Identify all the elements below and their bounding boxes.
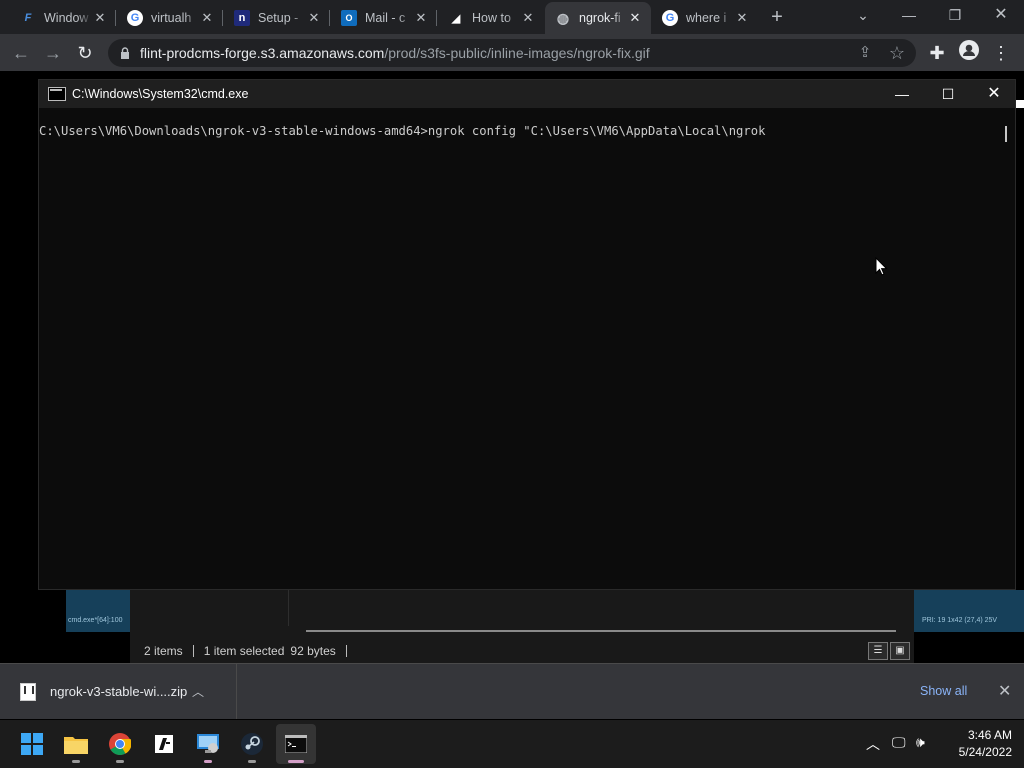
horizontal-scrollbar[interactable]: [306, 630, 896, 632]
cmd-close-icon[interactable]: ✕: [971, 80, 1017, 108]
extensions-puzzle-icon[interactable]: ✚: [924, 40, 950, 66]
tab-windows[interactable]: F Window ✕: [10, 4, 116, 32]
details-view-icon[interactable]: ☰: [868, 642, 888, 660]
start-windows-icon[interactable]: [12, 724, 52, 764]
cmd-title-bar[interactable]: C:\Windows\System32\cmd.exe — ☐ ✕: [39, 80, 1015, 108]
google-icon: G: [662, 10, 678, 26]
tab-setup[interactable]: n Setup - ✕: [224, 4, 330, 32]
lock-icon: [121, 47, 129, 59]
url-path: /prod/s3fs-public/inline-images/ngrok-fi…: [384, 45, 650, 61]
file-explorer-window: 2 items 1 item selected 92 bytes ☰ ▣: [130, 590, 914, 663]
cmd-title: C:\Windows\System32\cmd.exe: [72, 87, 249, 101]
download-shelf: ngrok-v3-stable-wi....zip ︿ Show all ✕: [0, 663, 1024, 719]
tab-title: Setup -: [258, 11, 299, 25]
tab-title: How to: [472, 11, 511, 25]
background-window-edge: [1016, 100, 1024, 108]
command-prompt-icon[interactable]: [276, 724, 316, 764]
close-tab-icon[interactable]: ✕: [734, 10, 750, 26]
tab-where[interactable]: G where i ✕: [652, 4, 758, 32]
menu-kebab-icon[interactable]: ⋮: [988, 40, 1014, 66]
tab-title: Window: [44, 11, 89, 25]
download-item[interactable]: ngrok-v3-stable-wi....zip ︿: [0, 664, 237, 719]
back-arrow-icon[interactable]: ←: [8, 40, 34, 66]
close-tab-icon[interactable]: ✕: [306, 10, 322, 26]
tab-how-to[interactable]: ◢ How to ✕: [438, 4, 544, 32]
profile-avatar-icon[interactable]: [956, 40, 982, 66]
browser-tab-strip: F Window ✕ G virtualh ✕ n Setup - ✕ O Ma…: [0, 0, 1024, 34]
new-tab-plus-icon[interactable]: +: [766, 6, 788, 28]
large-icons-view-icon[interactable]: ▣: [890, 642, 910, 660]
system-clock[interactable]: 3:46 AM 5/24/2022: [940, 727, 1012, 761]
clock-date: 5/24/2022: [958, 745, 1012, 759]
tab-title: where i: [686, 11, 727, 25]
tab-mail[interactable]: O Mail - c ✕: [331, 4, 437, 32]
clock-time: 3:46 AM: [967, 728, 1012, 742]
cmd-window[interactable]: C:\Windows\System32\cmd.exe — ☐ ✕ C:\Use…: [38, 79, 1016, 590]
share-icon[interactable]: ⇪: [852, 40, 878, 66]
close-tab-icon[interactable]: ✕: [92, 10, 108, 26]
bookmark-star-icon[interactable]: ☆: [884, 40, 910, 66]
tab-title: ngrok-fi: [579, 11, 621, 25]
chrome-icon[interactable]: [100, 724, 140, 764]
browser-toolbar: ← → ↻ flint-prodcms-forge.s3.amazonaws.c…: [0, 34, 1024, 71]
background-console-status-left: cmd.exe*[64]:100: [66, 590, 130, 632]
globe-icon: ◍: [556, 9, 570, 26]
google-icon: G: [127, 10, 143, 26]
zip-file-icon: [20, 682, 36, 701]
tab-ngrok-fix[interactable]: ◍ ngrok-fi ✕: [545, 2, 651, 34]
cmd-app-icon: [48, 87, 66, 101]
cmd-minimize-icon[interactable]: —: [879, 80, 925, 108]
minimize-icon[interactable]: —: [886, 0, 932, 30]
background-console-status-right: PRI: 19 1x42 (27,4) 25V: [914, 590, 1024, 632]
mouse-pointer-icon: [875, 257, 888, 276]
windows-taskbar: ︿ 🖵 🕪 3:46 AM 5/24/2022: [0, 720, 1024, 768]
tab-search-chevron-icon[interactable]: ⌄: [840, 0, 886, 30]
close-tab-icon[interactable]: ✕: [520, 10, 536, 26]
background-window-left: [0, 71, 38, 633]
close-tab-icon[interactable]: ✕: [199, 10, 215, 26]
steam-icon[interactable]: [232, 724, 272, 764]
close-tab-icon[interactable]: ✕: [627, 10, 643, 26]
download-file-name: ngrok-v3-stable-wi....zip: [50, 684, 188, 699]
file-explorer-folder-icon[interactable]: [56, 724, 96, 764]
cmd-maximize-icon[interactable]: ☐: [925, 80, 971, 108]
chevron-up-icon[interactable]: ︿: [192, 683, 204, 700]
show-hidden-icons-chevron-icon[interactable]: ︿: [866, 734, 880, 754]
forward-arrow-icon[interactable]: →: [40, 40, 66, 66]
outlook-icon: O: [341, 10, 357, 26]
close-window-icon[interactable]: ✕: [978, 0, 1024, 30]
address-bar[interactable]: flint-prodcms-forge.s3.amazonaws.com/pro…: [108, 39, 916, 67]
network-icon[interactable]: 🖵: [892, 734, 906, 751]
tab-virtualhost[interactable]: G virtualh ✕: [117, 4, 223, 32]
reload-icon[interactable]: ↻: [72, 40, 98, 66]
notepad-plus-icon[interactable]: [144, 724, 184, 764]
console-command-line[interactable]: C:\Users\VM6\Downloads\ngrok-v3-stable-w…: [39, 124, 765, 138]
console-scrollbar-thumb[interactable]: [1005, 126, 1007, 142]
remote-desktop-icon[interactable]: [188, 724, 228, 764]
close-tab-icon[interactable]: ✕: [413, 10, 429, 26]
tab-title: virtualh: [151, 11, 192, 25]
url-host: flint-prodcms-forge.s3.amazonaws.com: [140, 45, 385, 61]
tab-title: Mail - c: [365, 11, 406, 25]
windows-blue-icon: F: [24, 12, 32, 24]
ngrok-n-icon: n: [234, 10, 250, 26]
explorer-status-bar: 2 items 1 item selected 92 bytes: [144, 644, 347, 658]
close-download-shelf-icon[interactable]: ✕: [998, 681, 1011, 701]
restore-icon[interactable]: ❐: [932, 0, 978, 30]
show-all-downloads-link[interactable]: Show all: [920, 684, 967, 698]
site-icon: ◢: [451, 12, 461, 25]
volume-icon[interactable]: 🕪: [916, 734, 925, 751]
